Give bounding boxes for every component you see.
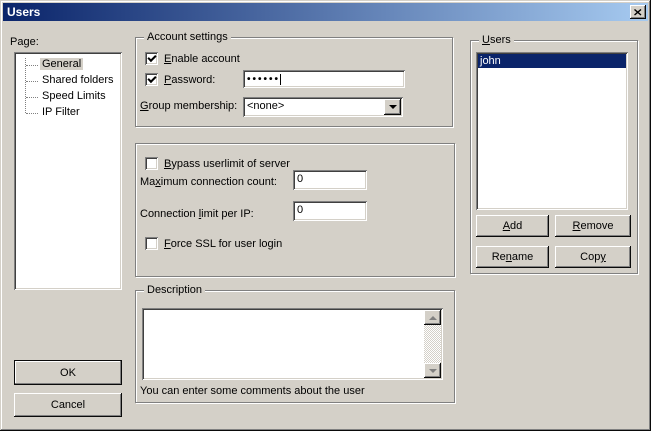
description-scrollbar[interactable] (424, 310, 441, 378)
close-button[interactable] (630, 5, 646, 19)
titlebar[interactable]: Users (3, 3, 648, 21)
max-connection-input[interactable]: 0 (293, 170, 367, 190)
group-membership-label: Group membership: (140, 100, 237, 112)
force-ssl-label[interactable]: Force SSL for user login (164, 238, 282, 250)
combo-dropdown-button[interactable] (384, 99, 401, 115)
scroll-up-button[interactable] (424, 310, 441, 325)
arrow-up-icon (429, 312, 437, 320)
tree-item-label[interactable]: IP Filter (40, 106, 82, 118)
ip-limit-input[interactable]: 0 (293, 201, 367, 221)
text-caret (280, 74, 281, 85)
tree-item-general[interactable]: General (16, 57, 120, 73)
enable-account-label[interactable]: Enable account (164, 53, 240, 65)
window-title: Users (7, 5, 40, 19)
limits-group: Bypass userlimit of server Maximum conne… (135, 143, 455, 277)
account-settings-group: Account settings Enable account Password… (135, 37, 453, 127)
tree-item-speed-limits[interactable]: Speed Limits (16, 89, 120, 105)
users-group: Users john Add Remove Rename Copy (470, 40, 638, 274)
users-dialog: Users Page: General Shared folders Speed L… (0, 0, 651, 431)
password-checkbox[interactable] (145, 73, 158, 86)
max-connection-label: Maximum connection count: (140, 176, 277, 188)
tree-item-label[interactable]: General (40, 58, 83, 70)
description-caption: You can enter some comments about the us… (140, 385, 365, 397)
page-list-label: Page: (10, 36, 39, 48)
arrow-down-icon (429, 369, 437, 377)
force-ssl-checkbox[interactable] (145, 237, 158, 250)
group-membership-value: <none> (247, 100, 284, 112)
enable-account-checkbox[interactable] (145, 52, 158, 65)
users-group-title: Users (479, 34, 514, 47)
group-membership-select[interactable]: <none> (243, 97, 403, 117)
description-title: Description (144, 284, 205, 297)
bypass-userlimit-label[interactable]: Bypass userlimit of server (164, 158, 290, 170)
description-group: Description You can enter some comments … (135, 290, 455, 403)
ok-button[interactable]: OK (14, 360, 122, 385)
password-label[interactable]: Password: (164, 74, 215, 86)
password-input[interactable]: •••••• (243, 70, 405, 88)
description-input[interactable] (142, 308, 443, 380)
tree-item-ip-filter[interactable]: IP Filter (16, 105, 120, 121)
scroll-down-button[interactable] (424, 363, 441, 378)
users-listbox[interactable]: john (476, 52, 628, 210)
tree-item-label[interactable]: Speed Limits (40, 90, 108, 102)
user-list-item-john[interactable]: john (478, 54, 626, 68)
rename-button[interactable]: Rename (476, 246, 549, 268)
account-settings-title: Account settings (144, 31, 231, 44)
add-button[interactable]: Add (476, 215, 549, 237)
bypass-userlimit-checkbox[interactable] (145, 157, 158, 170)
tree-item-shared-folders[interactable]: Shared folders (16, 73, 120, 89)
users-list-rows: john (478, 54, 626, 68)
ip-limit-label: Connection limit per IP: (140, 208, 254, 220)
page-tree[interactable]: General Shared folders Speed Limits IP Filt… (14, 52, 122, 290)
copy-button[interactable]: Copy (555, 246, 631, 268)
remove-button[interactable]: Remove (555, 215, 631, 237)
close-icon (634, 9, 642, 16)
cancel-button[interactable]: Cancel (14, 393, 122, 417)
tree-item-label[interactable]: Shared folders (40, 74, 116, 86)
page-tree-rows: General Shared folders Speed Limits IP Filt… (16, 57, 120, 121)
chevron-down-icon (389, 105, 397, 113)
